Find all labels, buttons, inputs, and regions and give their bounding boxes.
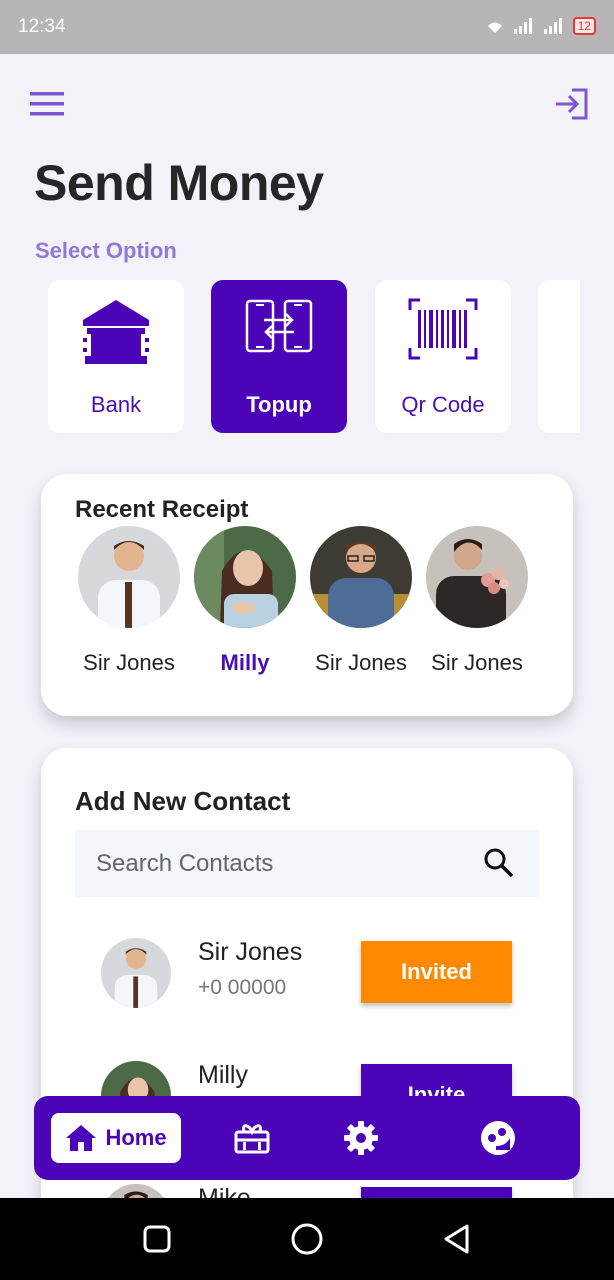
menu-icon[interactable] — [30, 90, 66, 118]
option-topup[interactable]: Topup — [211, 280, 347, 433]
barcode-icon — [408, 298, 478, 360]
contact-row: Sir Jones +0 00000 Invited — [101, 938, 521, 1028]
option-bank[interactable]: Bank — [48, 280, 184, 433]
contact-name: Sir Jones — [198, 938, 303, 966]
contact-phone: +0 00000 — [198, 976, 287, 999]
recent-receipt-title: Recent Receipt — [75, 496, 249, 523]
avatar — [101, 1184, 171, 1198]
recent-person-name: Milly — [220, 650, 270, 675]
avatar — [78, 526, 180, 628]
recent-person[interactable]: Sir Jones — [303, 526, 419, 676]
option-list: Bank Topup Qr Code — [48, 280, 580, 434]
nav-home[interactable]: Home — [51, 1113, 181, 1163]
wifi-icon — [487, 22, 502, 33]
invited-button[interactable]: Invited — [361, 941, 512, 1003]
recents-icon[interactable] — [140, 1222, 174, 1256]
avatar-face-icon[interactable] — [480, 1120, 516, 1156]
contact-name: Mike — [198, 1184, 251, 1198]
page-title: Send Money — [34, 155, 324, 211]
option-label: N — [534, 392, 580, 418]
recent-person[interactable]: Sir Jones — [419, 526, 535, 676]
avatar — [426, 526, 528, 628]
search-input[interactable] — [75, 830, 475, 897]
status-bar: 12:34 12 — [0, 0, 614, 54]
topup-icon — [245, 299, 313, 353]
logout-icon[interactable] — [552, 84, 592, 124]
gear-icon[interactable] — [343, 1120, 379, 1156]
recent-person-name: Sir Jones — [315, 650, 407, 675]
bank-icon — [83, 300, 149, 364]
bottom-nav: Home — [34, 1096, 580, 1180]
signal-icon — [513, 18, 532, 34]
system-nav-bar — [0, 1198, 614, 1280]
contact-name: Milly — [198, 1061, 248, 1089]
signal-icon-2 — [543, 18, 562, 34]
app-screen: Send Money Select Option Bank Topup Qr C… — [0, 54, 614, 1198]
avatar — [101, 938, 171, 1008]
option-qr-code[interactable]: Qr Code — [375, 280, 511, 433]
option-label: Topup — [246, 392, 312, 417]
recent-person[interactable]: Sir Jones — [71, 526, 187, 676]
home-circle-icon[interactable] — [290, 1222, 324, 1256]
recent-person-name: Sir Jones — [83, 650, 175, 675]
battery-icon: 12 — [572, 17, 596, 35]
search-icon[interactable] — [483, 847, 515, 879]
recent-receipt-card: Recent Receipt Sir Jones Milly Sir Jones… — [41, 474, 573, 716]
avatar — [310, 526, 412, 628]
option-label: Qr Code — [401, 392, 485, 417]
contact-row: Mike — [101, 1184, 521, 1198]
status-time: 12:34 — [18, 16, 66, 37]
nav-home-label: Home — [105, 1125, 167, 1150]
add-contact-title: Add New Contact — [75, 786, 291, 816]
home-icon — [66, 1125, 97, 1151]
option-next[interactable]: N — [538, 280, 580, 433]
option-label: Bank — [90, 392, 142, 417]
search-bar — [75, 830, 539, 897]
select-option-label: Select Option — [35, 238, 177, 263]
back-icon[interactable] — [440, 1222, 474, 1256]
recent-person-name: Sir Jones — [431, 650, 523, 675]
status-icons: 12 — [485, 17, 596, 35]
avatar — [194, 526, 296, 628]
recent-person[interactable]: Milly — [187, 526, 303, 676]
invite-button[interactable] — [361, 1187, 512, 1198]
gift-icon[interactable] — [234, 1120, 270, 1156]
